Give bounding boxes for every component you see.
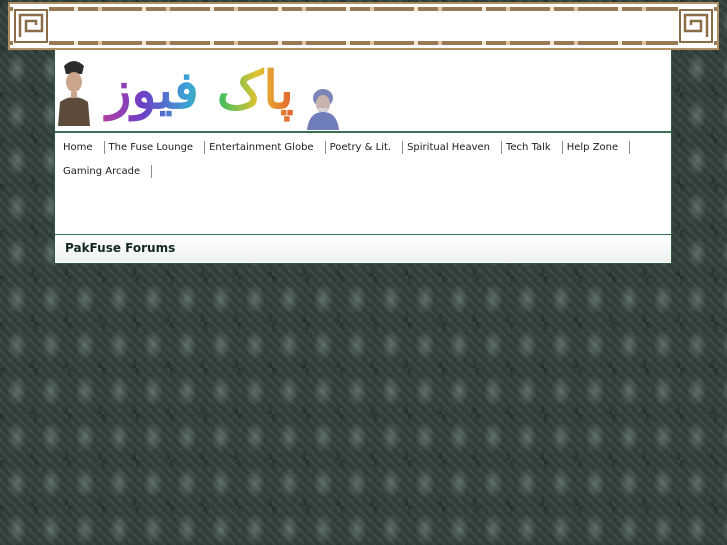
greek-key-corner-icon	[678, 7, 714, 45]
site-banner[interactable]: پاک فیوز	[55, 50, 671, 133]
main-container: پاک فیوز Home The Fuse Lounge Entertainm…	[54, 50, 672, 264]
nav-item-fuse-lounge[interactable]: The Fuse Lounge	[105, 136, 206, 160]
greek-key-corner-icon	[13, 7, 49, 45]
page-title-bar: PakFuse Forums	[55, 234, 671, 262]
top-ornamental-frame	[8, 2, 719, 50]
banner-divider	[55, 131, 671, 133]
frame-band-top	[10, 7, 717, 11]
nav-item-home[interactable]: Home	[59, 136, 105, 160]
portrait-image	[305, 86, 341, 130]
site-logo: پاک فیوز	[85, 52, 315, 130]
nav-item-gaming-arcade[interactable]: Gaming Arcade	[59, 160, 153, 184]
nav-item-help-zone[interactable]: Help Zone	[563, 136, 631, 160]
page-title: PakFuse Forums	[65, 241, 176, 255]
nav-item-poetry-lit[interactable]: Poetry & Lit.	[326, 136, 404, 160]
nav-item-tech-talk[interactable]: Tech Talk	[502, 136, 563, 160]
nav-item-entertainment-globe[interactable]: Entertainment Globe	[205, 136, 327, 160]
nav-item-spiritual-heaven[interactable]: Spiritual Heaven	[403, 136, 502, 160]
main-navigation: Home The Fuse Lounge Entertainment Globe…	[55, 136, 671, 184]
frame-band-bottom	[10, 41, 717, 45]
